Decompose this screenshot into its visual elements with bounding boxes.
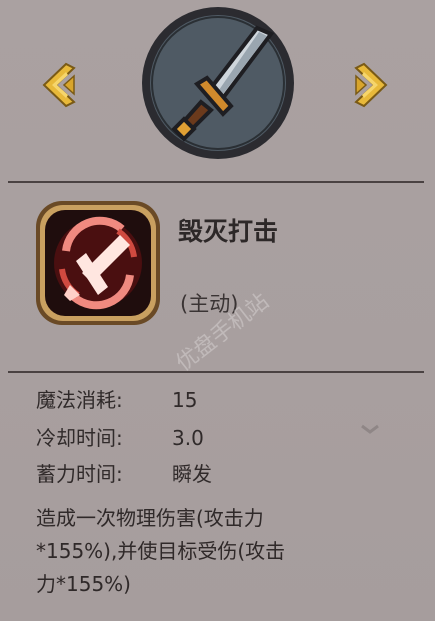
stat-row-charge-time: 蓄力时间: 瞬发 [36,458,212,487]
description-line: 造成一次物理伤害(攻击力 [36,506,264,530]
divider [8,371,424,373]
scroll-indicator-icon [361,424,379,434]
divider [8,181,424,183]
stat-label: 冷却时间: [36,426,123,450]
prev-weapon-button[interactable] [38,62,78,108]
sword-icon [142,7,294,159]
stat-value: 15 [172,388,198,412]
description-line: *155%),并使目标受伤(攻击 [36,539,286,563]
skill-description: 造成一次物理伤害(攻击力 *155%),并使目标受伤(攻击 力*155%) [36,502,396,601]
cross-slash-skill-icon [36,201,160,325]
stat-row-mana-cost: 魔法消耗: 15 [36,384,197,413]
skill-name: 毁灭打击 [178,217,279,246]
stat-value: 3.0 [172,426,204,450]
skill-detail-panel: 毁灭打击 (主动) 优盘手机站 魔法消耗: 15 冷却时间: 3.0 蓄力时间: 瞬发… [0,0,435,621]
description-line: 力*155%) [36,572,131,596]
next-weapon-button[interactable] [352,62,392,108]
stat-label: 魔法消耗: [36,388,123,412]
stat-label: 蓄力时间: [36,462,123,486]
weapon-medallion [139,6,297,160]
stat-value: 瞬发 [172,462,212,486]
chevron-right-gold-icon [354,62,388,108]
stat-row-cooldown: 冷却时间: 3.0 [36,422,204,451]
skill-icon [34,199,162,327]
chevron-left-gold-icon [42,62,76,108]
